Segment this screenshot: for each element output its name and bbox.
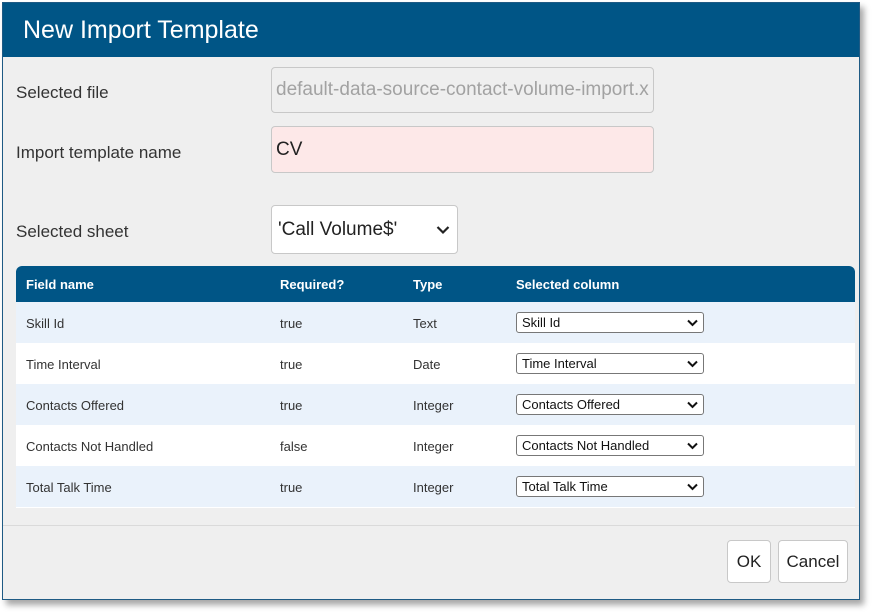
- cell-field-name: Total Talk Time: [26, 480, 112, 495]
- dialog-title: New Import Template: [23, 16, 259, 44]
- chevron-down-icon: [687, 483, 698, 491]
- footer-divider: [3, 525, 859, 526]
- selected-sheet-dropdown[interactable]: 'Call Volume$': [271, 205, 458, 254]
- cell-type: Text: [413, 316, 437, 331]
- column-select-value: Time Interval: [522, 356, 597, 371]
- header-selected-column: Selected column: [516, 277, 620, 292]
- header-type: Type: [413, 277, 443, 292]
- cell-required: false: [280, 439, 308, 454]
- table-row: Skill Id true Text Skill Id: [16, 302, 855, 343]
- field-mapping-table: Field name Required? Type Selected colum…: [16, 266, 855, 508]
- cell-required: true: [280, 480, 303, 495]
- cell-required: true: [280, 357, 303, 372]
- cell-field-name: Time Interval: [26, 357, 101, 372]
- header-field-name: Field name: [26, 277, 94, 292]
- selected-sheet-label: Selected sheet: [16, 222, 129, 241]
- cancel-button[interactable]: Cancel: [778, 540, 848, 583]
- cell-required: true: [280, 398, 303, 413]
- column-select-value: Contacts Not Handled: [522, 438, 650, 453]
- cell-type: Date: [413, 357, 441, 372]
- cell-required: true: [280, 316, 303, 331]
- chevron-down-icon: [687, 360, 698, 368]
- table-row: Time Interval true Date Time Interval: [16, 343, 855, 384]
- column-select[interactable]: Time Interval: [516, 353, 704, 374]
- new-import-template-dialog: New Import Template Selected file Import…: [2, 2, 860, 600]
- column-select[interactable]: Contacts Not Handled: [516, 435, 704, 456]
- cell-type: Integer: [413, 398, 454, 413]
- table-header: Field name Required? Type Selected colum…: [16, 266, 855, 302]
- selected-file-label: Selected file: [16, 83, 109, 102]
- selected-sheet-value: 'Call Volume$': [278, 219, 398, 240]
- chevron-down-icon: [687, 442, 698, 450]
- column-select-value: Skill Id: [522, 315, 561, 330]
- table-row: Contacts Offered true Integer Contacts O…: [16, 384, 855, 425]
- column-select[interactable]: Total Talk Time: [516, 476, 704, 497]
- template-name-input[interactable]: [271, 126, 654, 173]
- selected-file-field: [271, 67, 654, 113]
- header-required: Required?: [280, 277, 345, 292]
- cell-field-name: Contacts Not Handled: [26, 439, 154, 454]
- cell-type: Integer: [413, 439, 454, 454]
- column-select-value: Contacts Offered: [522, 397, 621, 412]
- chevron-down-icon: [436, 226, 450, 235]
- chevron-down-icon: [687, 401, 698, 409]
- cell-type: Integer: [413, 480, 454, 495]
- chevron-down-icon: [687, 319, 698, 327]
- cell-field-name: Contacts Offered: [26, 398, 125, 413]
- dialog-titlebar: New Import Template: [3, 3, 859, 57]
- column-select-value: Total Talk Time: [522, 479, 608, 494]
- table-row: Contacts Not Handled false Integer Conta…: [16, 425, 855, 466]
- ok-button[interactable]: OK: [727, 540, 771, 583]
- template-name-label: Import template name: [16, 143, 182, 162]
- column-select[interactable]: Contacts Offered: [516, 394, 704, 415]
- column-select[interactable]: Skill Id: [516, 312, 704, 333]
- table-row: Total Talk Time true Integer Total Talk …: [16, 466, 855, 507]
- cell-field-name: Skill Id: [26, 316, 65, 331]
